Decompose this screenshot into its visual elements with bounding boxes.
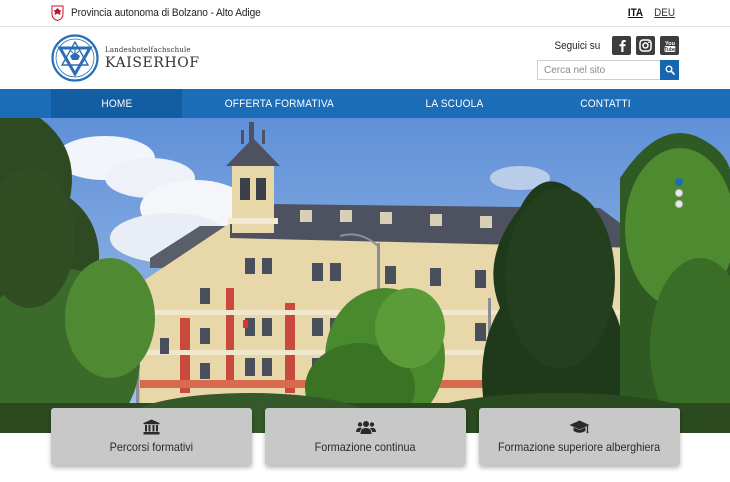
card-formazione-continua[interactable]: Formazione continua [265, 408, 466, 465]
eagle-crest-icon [51, 5, 64, 21]
card-percorsi-formativi[interactable]: Percorsi formativi [51, 408, 252, 465]
logo-subtitle: Landeshotelfachschule [105, 45, 191, 54]
nav-home-label: HOME [100, 97, 133, 110]
slider-dot-1[interactable] [675, 178, 683, 186]
site-header: Landeshotelfachschule KAISERHOF Seguici … [0, 27, 730, 89]
lang-ita[interactable]: ITA [628, 7, 643, 19]
search-input[interactable] [537, 60, 660, 80]
nav-offerta-formativa[interactable]: OFFERTA FORMATIVA [214, 89, 345, 118]
feature-cards: Percorsi formativi Formazione continua F [0, 408, 730, 468]
card-label: Formazione continua [315, 440, 416, 454]
search-button[interactable] [660, 60, 679, 80]
facebook-button[interactable] [612, 36, 631, 55]
hero-image [0, 118, 730, 433]
top-bar: Provincia autonoma di Bolzano - Alto Adi… [0, 0, 730, 27]
search-icon [665, 65, 675, 75]
social-links: Seguici su You Tube [552, 36, 679, 55]
nav-contatti[interactable]: CONTATTI [540, 89, 671, 118]
instagram-icon [639, 39, 652, 52]
nav-scuola-label: LA SCUOLA [425, 97, 484, 110]
nav-offerta-label: OFFERTA FORMATIVA [224, 97, 335, 110]
slider-dots [675, 178, 683, 208]
users-icon [355, 420, 376, 434]
slider-dot-3[interactable] [675, 200, 683, 208]
main-nav: HOME OFFERTA FORMATIVA LA SCUOLA CONTATT… [0, 89, 730, 118]
site-search [537, 60, 679, 80]
nav-home[interactable]: HOME [51, 89, 182, 118]
card-label: Formazione superiore alberghiera [498, 440, 661, 454]
kaiserhof-emblem-icon [51, 34, 99, 82]
hero-slider[interactable] [0, 118, 730, 433]
province-link[interactable]: Provincia autonoma di Bolzano - Alto Adi… [51, 5, 277, 21]
card-label: Percorsi formativi [109, 440, 194, 454]
slider-dot-2[interactable] [675, 189, 683, 197]
svg-text:Tube: Tube [664, 47, 676, 53]
social-label: Seguici su [554, 39, 601, 52]
language-switcher: ITA DEU [627, 7, 676, 19]
logo-title: KAISERHOF [105, 54, 200, 71]
province-name: Provincia autonoma di Bolzano - Alto Adi… [71, 7, 261, 19]
nav-la-scuola[interactable]: LA SCUOLA [389, 89, 520, 118]
instagram-button[interactable] [636, 36, 655, 55]
youtube-button[interactable]: You Tube [660, 36, 679, 55]
youtube-icon: You Tube [664, 41, 676, 53]
institution-icon [143, 419, 160, 435]
facebook-icon [618, 40, 626, 52]
graduation-cap-icon [569, 420, 590, 433]
site-logo[interactable]: Landeshotelfachschule KAISERHOF [51, 34, 200, 82]
card-formazione-superiore-alberghiera[interactable]: Formazione superiore alberghiera [479, 408, 680, 465]
nav-contatti-label: CONTATTI [580, 97, 631, 110]
lang-deu[interactable]: DEU [654, 7, 675, 19]
